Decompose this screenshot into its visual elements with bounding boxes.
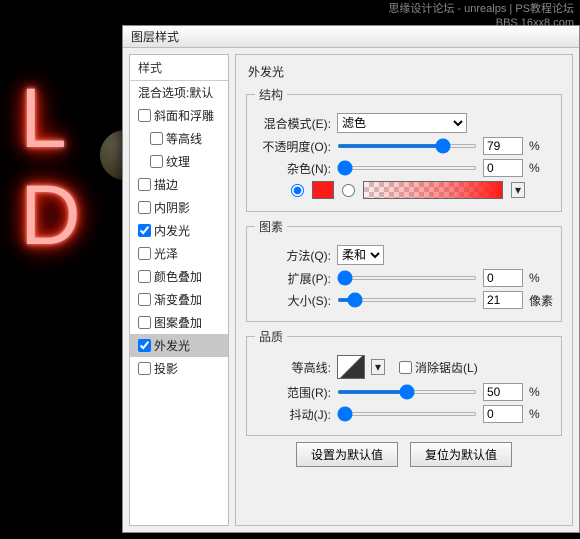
- size-slider[interactable]: [337, 298, 477, 302]
- sidebar-item-11[interactable]: 投影: [130, 357, 228, 380]
- opacity-slider[interactable]: [337, 144, 477, 148]
- jitter-label: 抖动(J):: [255, 406, 331, 423]
- antialias-checkbox[interactable]: 消除锯齿(L): [399, 359, 478, 376]
- sidebar-checkbox[interactable]: [138, 339, 151, 352]
- size-unit: 像素: [529, 292, 553, 309]
- color-swatch[interactable]: [312, 181, 334, 199]
- sidebar-item-label: 内阴影: [154, 199, 190, 216]
- sidebar-item-label: 斜面和浮雕: [154, 107, 214, 124]
- structure-legend: 结构: [255, 86, 287, 103]
- range-input[interactable]: [483, 383, 523, 401]
- sidebar-checkbox[interactable]: [138, 362, 151, 375]
- panel-title: 外发光: [248, 63, 562, 80]
- elements-group: 图素 方法(Q): 柔和 扩展(P): % 大小(S):: [246, 218, 562, 322]
- sidebar-checkbox[interactable]: [138, 201, 151, 214]
- sidebar-item-label: 混合选项:默认: [138, 84, 213, 101]
- sidebar-item-label: 描边: [154, 176, 178, 193]
- sidebar-checkbox[interactable]: [150, 155, 163, 168]
- size-label: 大小(S):: [255, 292, 331, 309]
- neon-preview: L D: [20, 70, 81, 263]
- opacity-unit: %: [529, 139, 553, 153]
- sidebar-checkbox[interactable]: [150, 132, 163, 145]
- blend-mode-label: 混合模式(E):: [255, 115, 331, 132]
- sidebar-item-label: 颜色叠加: [154, 268, 202, 285]
- sidebar-item-7[interactable]: 颜色叠加: [130, 265, 228, 288]
- range-label: 范围(R):: [255, 384, 331, 401]
- layer-style-dialog: 图层样式 样式 混合选项:默认 斜面和浮雕等高线纹理描边内阴影内发光光泽颜色叠加…: [122, 25, 580, 533]
- spread-input[interactable]: [483, 269, 523, 287]
- sidebar-checkbox[interactable]: [138, 270, 151, 283]
- sidebar-item-label: 外发光: [154, 337, 190, 354]
- sidebar-checkbox[interactable]: [138, 178, 151, 191]
- sidebar-item-label: 图案叠加: [154, 314, 202, 331]
- make-default-button[interactable]: 设置为默认值: [296, 442, 398, 467]
- dropdown-icon[interactable]: ▾: [371, 359, 385, 375]
- sidebar-checkbox[interactable]: [138, 316, 151, 329]
- styles-sidebar: 样式 混合选项:默认 斜面和浮雕等高线纹理描边内阴影内发光光泽颜色叠加渐变叠加图…: [129, 54, 229, 526]
- structure-group: 结构 混合模式(E): 滤色 不透明度(O): % 杂色(N):: [246, 86, 562, 212]
- sidebar-item-label: 渐变叠加: [154, 291, 202, 308]
- spread-unit: %: [529, 271, 553, 285]
- spread-label: 扩展(P):: [255, 270, 331, 287]
- opacity-input[interactable]: [483, 137, 523, 155]
- watermark-line2: BBS.16xx8.com: [388, 16, 574, 30]
- sidebar-item-9[interactable]: 图案叠加: [130, 311, 228, 334]
- sidebar-checkbox[interactable]: [138, 109, 151, 122]
- sidebar-item-5[interactable]: 内发光: [130, 219, 228, 242]
- sidebar-item-label: 光泽: [154, 245, 178, 262]
- sidebar-header[interactable]: 样式: [130, 55, 228, 81]
- antialias-label: 消除锯齿(L): [415, 359, 478, 376]
- sidebar-item-label: 内发光: [154, 222, 190, 239]
- noise-input[interactable]: [483, 159, 523, 177]
- sidebar-item-label: 投影: [154, 360, 178, 377]
- spread-slider[interactable]: [337, 276, 477, 280]
- sidebar-item-label: 纹理: [166, 153, 190, 170]
- blend-mode-select[interactable]: 滤色: [337, 113, 467, 133]
- noise-slider[interactable]: [337, 166, 477, 170]
- size-input[interactable]: [483, 291, 523, 309]
- watermark: 思缘设计论坛 - unrealps | PS教程论坛 BBS.16xx8.com: [388, 2, 574, 31]
- jitter-input[interactable]: [483, 405, 523, 423]
- noise-unit: %: [529, 161, 553, 175]
- sidebar-item-1[interactable]: 等高线: [130, 127, 228, 150]
- sidebar-item-8[interactable]: 渐变叠加: [130, 288, 228, 311]
- range-slider[interactable]: [337, 390, 477, 394]
- quality-legend: 品质: [255, 328, 287, 345]
- watermark-line1: 思缘设计论坛 - unrealps | PS教程论坛: [388, 2, 574, 16]
- gradient-swatch[interactable]: [363, 181, 503, 199]
- noise-label: 杂色(N):: [255, 160, 331, 177]
- dropdown-icon[interactable]: ▾: [511, 182, 525, 198]
- elements-legend: 图素: [255, 218, 287, 235]
- sidebar-checkbox[interactable]: [138, 293, 151, 306]
- sidebar-item-10[interactable]: 外发光: [130, 334, 228, 357]
- color-radio[interactable]: [291, 184, 304, 197]
- opacity-label: 不透明度(O):: [255, 138, 331, 155]
- jitter-unit: %: [529, 407, 553, 421]
- quality-group: 品质 等高线: ▾ 消除锯齿(L) 范围(R): %: [246, 328, 562, 436]
- technique-label: 方法(Q):: [255, 247, 331, 264]
- effect-panel: 外发光 结构 混合模式(E): 滤色 不透明度(O): % 杂色(N):: [235, 54, 573, 526]
- sidebar-item-4[interactable]: 内阴影: [130, 196, 228, 219]
- contour-label: 等高线:: [255, 359, 331, 376]
- technique-select[interactable]: 柔和: [337, 245, 384, 265]
- sidebar-item-0[interactable]: 斜面和浮雕: [130, 104, 228, 127]
- gradient-radio[interactable]: [342, 184, 355, 197]
- jitter-slider[interactable]: [337, 412, 477, 416]
- sidebar-checkbox[interactable]: [138, 247, 151, 260]
- range-unit: %: [529, 385, 553, 399]
- sidebar-item-3[interactable]: 描边: [130, 173, 228, 196]
- sidebar-blend-defaults[interactable]: 混合选项:默认: [130, 81, 228, 104]
- contour-picker[interactable]: [337, 355, 365, 379]
- sidebar-item-2[interactable]: 纹理: [130, 150, 228, 173]
- sidebar-item-label: 等高线: [166, 130, 202, 147]
- sidebar-checkbox[interactable]: [138, 224, 151, 237]
- sidebar-item-6[interactable]: 光泽: [130, 242, 228, 265]
- reset-default-button[interactable]: 复位为默认值: [410, 442, 512, 467]
